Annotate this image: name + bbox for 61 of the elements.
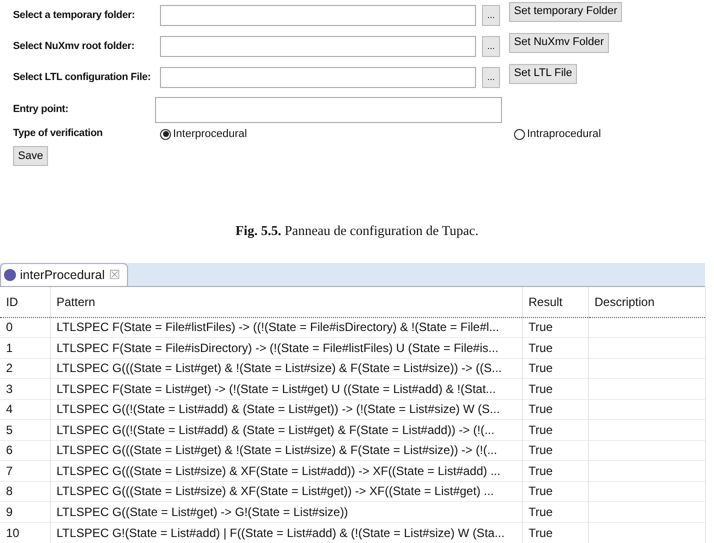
table-cell: LTLSPEC F(State = List#get) -> (!(State = List#get) U ((State = List#add) & !(Stat... — [50, 378, 522, 399]
table-cell: True — [522, 481, 588, 502]
table-cell: True — [522, 338, 588, 358]
table-cell: LTLSPEC G(((State = List#size) & XF(State = List#get)) -> XF((State = List#get) ... — [50, 481, 522, 502]
radio-button[interactable] — [514, 128, 525, 140]
input-field[interactable] — [160, 67, 476, 88]
circle-icon — [4, 269, 16, 281]
table-cell: True — [522, 358, 588, 378]
table-cell: LTLSPEC G(((State = List#get) & !(State = List#size) & F(State = List#size)) -> (!(... — [50, 440, 522, 460]
field-label: Select NuXmv root folder: — [13, 40, 136, 54]
table-cell: 6 — [0, 440, 50, 460]
table-cell: True — [522, 440, 588, 460]
table-cell: 9 — [0, 502, 50, 522]
save-button[interactable]: Save — [13, 146, 48, 166]
tab-title: interProcedural — [20, 266, 105, 284]
table-cell: LTLSPEC G((!(State = List#add) & (State = List#get) & F(State = List#add)) -> (!(... — [50, 420, 522, 440]
table-cell: LTLSPEC G(((State = List#get) & !(State = List#size) & F(State = List#size)) -> ((S... — [50, 358, 522, 378]
input-field[interactable] — [160, 5, 476, 26]
table-cell: True — [522, 317, 588, 338]
table-cell: 1 — [0, 338, 50, 358]
table-cell: True — [522, 420, 588, 440]
column-header[interactable]: Result — [522, 287, 588, 317]
input-field[interactable] — [160, 36, 476, 57]
radio-label[interactable]: Interprocedural — [173, 126, 247, 142]
table-cell: 8 — [0, 481, 50, 502]
browse-button[interactable]: ... — [482, 36, 500, 57]
table-cell: 3 — [0, 378, 50, 399]
table-cell: True — [522, 460, 588, 481]
column-header[interactable]: ID — [0, 287, 50, 317]
table-cell: 2 — [0, 358, 50, 378]
table-cell: True — [522, 378, 588, 399]
table-cell: 0 — [0, 317, 50, 338]
table-cell: LTLSPEC G(((State = List#size) & XF(State = List#add)) -> XF((State = List#add) ... — [50, 460, 522, 481]
table-cell: LTLSPEC G((State = List#get) -> G!(State = List#size)) — [50, 502, 522, 522]
table-cell: LTLSPEC F(State = File#listFiles) -> ((!(State = File#isDirectory) & !(State = File#l... — [50, 317, 522, 338]
field-label: Type of verification — [13, 127, 104, 142]
set-button[interactable]: Set LTL File — [509, 64, 578, 84]
editor-tab[interactable]: interProcedural ☒ — [0, 263, 128, 286]
browse-button[interactable]: ... — [482, 67, 500, 88]
field-label: Entry point: — [13, 102, 70, 117]
column-header[interactable]: Pattern — [50, 287, 522, 317]
column-header[interactable]: Description — [588, 287, 705, 317]
figure-caption: Fig. 5.5. Panneau de configuration de Tupac. — [236, 223, 478, 238]
table-cell: True — [522, 502, 588, 522]
field-label: Select a temporary folder: — [13, 8, 136, 23]
table-cell: 5 — [0, 420, 50, 440]
table-cell: 4 — [0, 399, 50, 420]
field-label: Select LTL configuration File: — [13, 70, 152, 85]
table-cell: LTLSPEC G!(State = List#add) | F((State = List#add) & (!(State = List#size) W (Sta... — [50, 522, 522, 542]
set-button[interactable]: Set NuXmv Folder — [509, 32, 609, 52]
table-cell: 10 — [0, 522, 50, 542]
set-button[interactable]: Set temporary Folder — [509, 2, 622, 22]
input-field[interactable] — [155, 96, 502, 122]
radio-button[interactable] — [160, 128, 171, 140]
browse-button[interactable]: ... — [482, 5, 500, 26]
table-cell: LTLSPEC F(State = File#isDirectory) -> (!(State = File#listFiles) U (State = File#is... — [50, 338, 522, 358]
radio-label[interactable]: Intraprocedural — [527, 126, 601, 142]
table-cell: 7 — [0, 460, 50, 481]
table-cell: LTLSPEC G((!(State = List#add) & (State = List#get)) -> (!(State = List#size) W (S... — [50, 399, 522, 420]
table-cell: True — [522, 399, 588, 420]
table-cell: True — [522, 522, 588, 542]
